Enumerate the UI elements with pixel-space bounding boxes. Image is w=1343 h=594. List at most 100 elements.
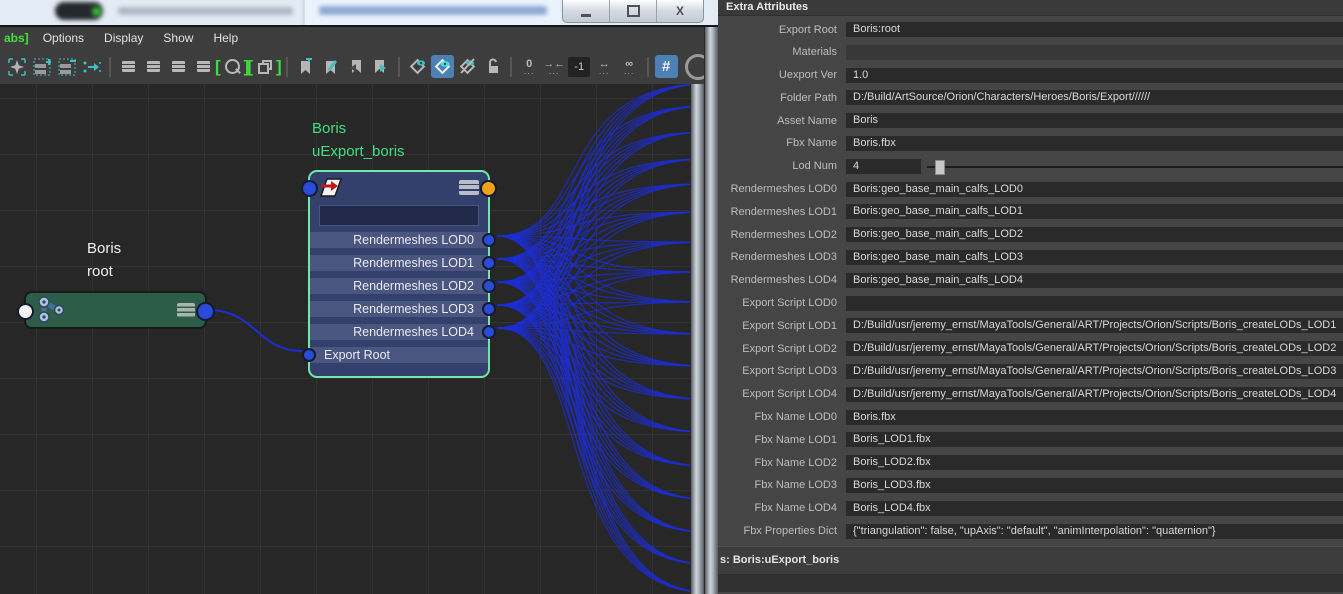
add-attribute-button[interactable] xyxy=(30,55,53,78)
attr-row-12: Export Script LOD0 xyxy=(718,295,1343,311)
close-button[interactable]: X xyxy=(657,0,703,22)
minimize-button[interactable] xyxy=(563,0,610,22)
menu-help[interactable]: Help xyxy=(203,29,248,47)
output-port-lod1[interactable] xyxy=(482,256,496,270)
zero-connections-button[interactable]: 0... xyxy=(518,55,541,78)
root-input-port[interactable] xyxy=(17,303,34,320)
uexport-row-lod4[interactable]: Rendermeshes LOD4 xyxy=(310,324,496,340)
grid-toggle-button[interactable]: # xyxy=(654,55,678,78)
attr-field[interactable]: Boris:geo_base_main_calfs_LOD3 xyxy=(846,249,1343,265)
output-port-lod4[interactable] xyxy=(482,325,496,339)
attr-label: Rendermeshes LOD2 xyxy=(730,228,837,241)
display-full-button[interactable] xyxy=(167,55,190,78)
uexport-row-export-root[interactable]: Export Root xyxy=(302,347,488,363)
bookmark-next-button[interactable] xyxy=(369,55,392,78)
attr-field[interactable]: Boris.fbx xyxy=(846,409,1343,425)
node-editor-scrollbar[interactable] xyxy=(690,84,704,594)
attr-field[interactable]: Boris.fbx xyxy=(846,135,1343,151)
show-all-button[interactable] xyxy=(430,55,454,78)
attr-field[interactable]: {"triangulation": false, "upAxis": "defa… xyxy=(846,523,1343,539)
uexport-empty-field[interactable] xyxy=(319,205,479,226)
menu-options[interactable]: Options xyxy=(33,29,94,47)
attr-label: Materials xyxy=(792,46,837,59)
bookmark-previous-button[interactable] xyxy=(344,55,367,78)
show-shapes-button[interactable] xyxy=(406,55,429,78)
output-port-lod2[interactable] xyxy=(482,279,496,293)
uexport-input-port[interactable] xyxy=(301,180,318,197)
uexport-row-lod1[interactable]: Rendermeshes LOD1 xyxy=(310,255,496,271)
unlimited-depth-button[interactable]: ∞... xyxy=(618,55,641,78)
display-simple-button[interactable] xyxy=(117,55,140,78)
attr-row-9: Rendermeshes LOD2 Boris:geo_base_main_cal… xyxy=(718,227,1343,243)
output-port-lod0[interactable] xyxy=(482,233,496,247)
attr-field[interactable]: D:/Build/usr/jeremy_ernst/MayaTools/Gene… xyxy=(846,386,1343,402)
attr-row-18: Fbx Name LOD1 Boris_LOD1.fbx xyxy=(718,432,1343,448)
attr-field[interactable]: D:/Build/ArtSource/Orion/Characters/Hero… xyxy=(846,90,1343,106)
uexport-node[interactable]: Rendermeshes LOD0 Rendermeshes LOD1 Render… xyxy=(301,170,497,378)
extra-attributes-panel: Extra Attributes Export Root Boris:root Ma… xyxy=(718,0,1343,592)
browser-text-blur xyxy=(118,7,293,15)
attr-label: Export Script LOD1 xyxy=(742,319,837,332)
traversal-depth-field[interactable]: -1 xyxy=(568,55,591,78)
display-custom-button[interactable] xyxy=(192,55,215,78)
node-minus-icon xyxy=(58,58,76,75)
attr-field[interactable]: Boris_LOD4.fbx xyxy=(846,500,1343,516)
root-node[interactable] xyxy=(17,291,215,329)
maximize-button[interactable] xyxy=(610,0,657,22)
lod-num-field[interactable]: 4 xyxy=(846,158,921,174)
create-node-button[interactable] xyxy=(5,55,28,78)
attr-field[interactable]: Boris_LOD1.fbx xyxy=(846,432,1343,448)
collapse-connections-button[interactable]: →←... xyxy=(543,55,566,78)
attr-field[interactable]: Boris:geo_base_main_calfs_LOD0 xyxy=(846,181,1343,197)
root-output-port[interactable] xyxy=(196,302,215,321)
attr-label: Export Script LOD3 xyxy=(742,365,837,378)
bookmark-add-button[interactable] xyxy=(294,55,317,78)
attr-field[interactable]: Boris xyxy=(846,113,1343,129)
bookmark-edit-icon xyxy=(325,60,337,74)
node-plus-icon xyxy=(33,58,51,75)
uexport-node-header[interactable] xyxy=(310,172,488,202)
panel-title[interactable]: Extra Attributes xyxy=(718,0,1343,16)
uexport-row-lod2[interactable]: Rendermeshes LOD2 xyxy=(310,278,496,294)
attr-field[interactable]: D:/Build/usr/jeremy_ernst/MayaTools/Gene… xyxy=(846,341,1343,357)
attr-label: Fbx Name LOD2 xyxy=(754,456,837,469)
dots-glyph: ... xyxy=(548,66,560,76)
swatch-mode-button[interactable] xyxy=(253,55,276,78)
attr-field[interactable]: Boris_LOD2.fbx xyxy=(846,455,1343,471)
remove-attribute-button[interactable] xyxy=(55,55,78,78)
menu-tabs[interactable]: abs] xyxy=(2,29,33,47)
menu-show[interactable]: Show xyxy=(153,29,203,47)
hide-attributes-button[interactable] xyxy=(456,55,479,78)
pin-selection-button[interactable] xyxy=(80,55,103,78)
dots-glyph: ... xyxy=(523,66,535,76)
search-toggle-button[interactable] xyxy=(221,55,244,78)
uexport-row-lod0[interactable]: Rendermeshes LOD0 xyxy=(310,232,496,248)
slider-handle[interactable] xyxy=(935,159,945,175)
attr-field[interactable]: Boris:geo_base_main_calfs_LOD2 xyxy=(846,227,1343,243)
attr-field[interactable]: Boris:root xyxy=(846,22,1343,37)
uexport-output-port[interactable] xyxy=(480,180,497,197)
attr-field[interactable]: Boris:geo_base_main_calfs_LOD1 xyxy=(846,204,1343,220)
attr-field[interactable]: Boris_LOD3.fbx xyxy=(846,477,1343,493)
attr-field[interactable]: D:/Build/usr/jeremy_ernst/MayaTools/Gene… xyxy=(846,363,1343,379)
node-menu-icon[interactable] xyxy=(177,303,195,317)
menu-display[interactable]: Display xyxy=(94,29,153,47)
attr-field[interactable]: 1.0 xyxy=(846,67,1343,83)
expand-connections-button[interactable]: ↔... xyxy=(593,55,616,78)
attr-field[interactable] xyxy=(846,295,1343,311)
uexport-row-lod3[interactable]: Rendermeshes LOD3 xyxy=(310,301,496,317)
attr-label: Rendermeshes LOD1 xyxy=(730,205,837,218)
node-menu-icon[interactable] xyxy=(459,179,479,195)
input-port-export-root[interactable] xyxy=(302,348,316,362)
attr-field[interactable] xyxy=(846,44,1343,60)
display-connected-button[interactable] xyxy=(142,55,165,78)
joint-skeleton-icon xyxy=(38,296,65,323)
attr-field[interactable]: D:/Build/usr/jeremy_ernst/MayaTools/Gene… xyxy=(846,318,1343,334)
node-graph-canvas[interactable]: Boris root Boris uExport_boris Rendermes… xyxy=(0,84,704,594)
diamond-eye-slash-icon xyxy=(459,58,475,75)
lod-num-slider[interactable] xyxy=(927,159,1343,175)
attr-field[interactable]: Boris:geo_base_main_calfs_LOD4 xyxy=(846,272,1343,288)
output-port-lod3[interactable] xyxy=(482,302,496,316)
bookmark-edit-button[interactable] xyxy=(319,55,342,78)
lock-button[interactable] xyxy=(481,55,504,78)
